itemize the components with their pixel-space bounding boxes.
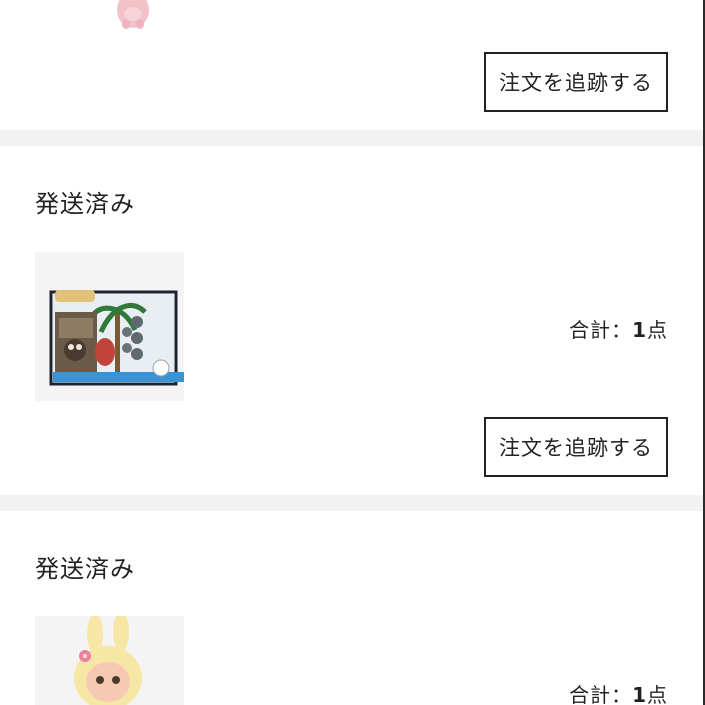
section-divider (0, 130, 703, 146)
order-status: 発送済み (35, 555, 135, 583)
order-card: 注文を追跡する (0, 0, 703, 130)
bunny-hood-figure-image (74, 616, 142, 705)
order-card: 発送済み 合計：1点 (0, 511, 703, 705)
total-label: 合計： (569, 318, 633, 342)
product-thumbnail[interactable] (35, 0, 184, 38)
total-unit: 点 (647, 318, 668, 342)
track-order-button[interactable]: 注文を追跡する (484, 417, 668, 477)
product-thumbnail[interactable] (35, 252, 184, 401)
total-label: 合計： (569, 683, 633, 705)
diorama-box-figure-image (49, 290, 184, 386)
section-divider (0, 495, 703, 511)
total-count: 1 (632, 683, 647, 705)
track-order-button[interactable]: 注文を追跡する (484, 52, 668, 112)
order-status: 発送済み (35, 190, 135, 218)
order-history-page: 注文を追跡する 発送済み 合計：1点 注文を追跡する 発送済み 合計：1点 (0, 0, 705, 705)
order-total: 合計：1点 (569, 679, 668, 705)
order-card: 発送済み 合計：1点 注文を追跡する (0, 146, 703, 495)
total-count: 1 (632, 318, 647, 342)
pink-plush-figure-image (117, 0, 149, 29)
total-unit: 点 (647, 683, 668, 705)
order-total: 合計：1点 (569, 314, 668, 343)
product-thumbnail[interactable] (35, 616, 184, 705)
